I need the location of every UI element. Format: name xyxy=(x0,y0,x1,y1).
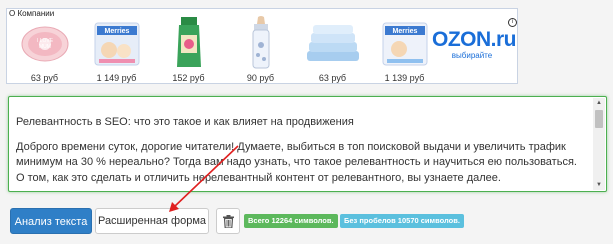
brand-logo: OZON.ru xyxy=(432,28,517,51)
text-editor[interactable]: Релевантность в SEO: что это такое и как… xyxy=(8,96,607,192)
ozon-logo[interactable]: OZON.ru выбирайте xyxy=(432,28,517,61)
svg-text:MUM: MUM xyxy=(39,44,51,50)
ad-product-price: 1 149 руб xyxy=(96,73,137,83)
scrollbar[interactable]: ▲ ▼ xyxy=(593,98,605,190)
scroll-thumb[interactable] xyxy=(595,110,603,128)
ad-product-price: 90 руб xyxy=(246,73,275,83)
ad-product-price: 63 руб xyxy=(30,73,59,83)
ad-product-price: 152 руб xyxy=(172,73,205,83)
brand-tagline: выбирайте xyxy=(451,51,493,60)
scroll-down-icon[interactable]: ▼ xyxy=(593,180,605,190)
clear-button[interactable] xyxy=(216,208,240,234)
editor-paragraph: Доброго времени суток, дорогие читатели!… xyxy=(16,140,577,184)
ad-products: I LOVE MUM 63 руб Merries 1 149 руб 152 … xyxy=(10,15,442,83)
scroll-up-icon[interactable]: ▲ xyxy=(593,98,605,108)
ad-product[interactable]: 90 руб xyxy=(226,15,295,83)
baby-bottle-icon xyxy=(229,15,293,71)
total-chars-badge: Всего 12264 символов. xyxy=(244,214,338,228)
pacifier-icon: I LOVE MUM xyxy=(13,15,77,71)
ad-banner[interactable]: О Компании i I LOVE MUM 63 руб Merries 1… xyxy=(6,8,518,84)
ad-product-price: 63 руб xyxy=(318,73,347,83)
editor-content[interactable]: Релевантность в SEO: что это такое и как… xyxy=(16,115,586,186)
diapers-pack-icon: Merries xyxy=(85,15,149,71)
analyze-button[interactable]: Анализ текста xyxy=(10,208,92,234)
ad-product-price: 1 139 руб xyxy=(384,73,425,83)
diapers-pack-icon: Merries xyxy=(373,15,437,71)
towels-icon xyxy=(301,15,365,71)
no-spaces-chars-badge: Без пробелов 10570 символов. xyxy=(340,214,464,228)
svg-text:Merries: Merries xyxy=(392,28,417,35)
extended-form-button[interactable]: Расширенная форма xyxy=(95,208,209,234)
ad-product[interactable]: Merries 1 139 руб xyxy=(370,15,439,83)
trash-icon xyxy=(222,214,234,228)
ad-product[interactable]: I LOVE MUM 63 руб xyxy=(10,15,79,83)
ad-product[interactable]: 63 руб xyxy=(298,15,367,83)
svg-text:Merries: Merries xyxy=(104,28,129,35)
ad-product[interactable]: 152 руб xyxy=(154,15,223,83)
info-icon[interactable]: i xyxy=(508,18,517,27)
cream-tube-icon xyxy=(157,15,221,71)
ad-product[interactable]: Merries 1 149 руб xyxy=(82,15,151,83)
editor-title-line: Релевантность в SEO: что это такое и как… xyxy=(16,116,354,128)
